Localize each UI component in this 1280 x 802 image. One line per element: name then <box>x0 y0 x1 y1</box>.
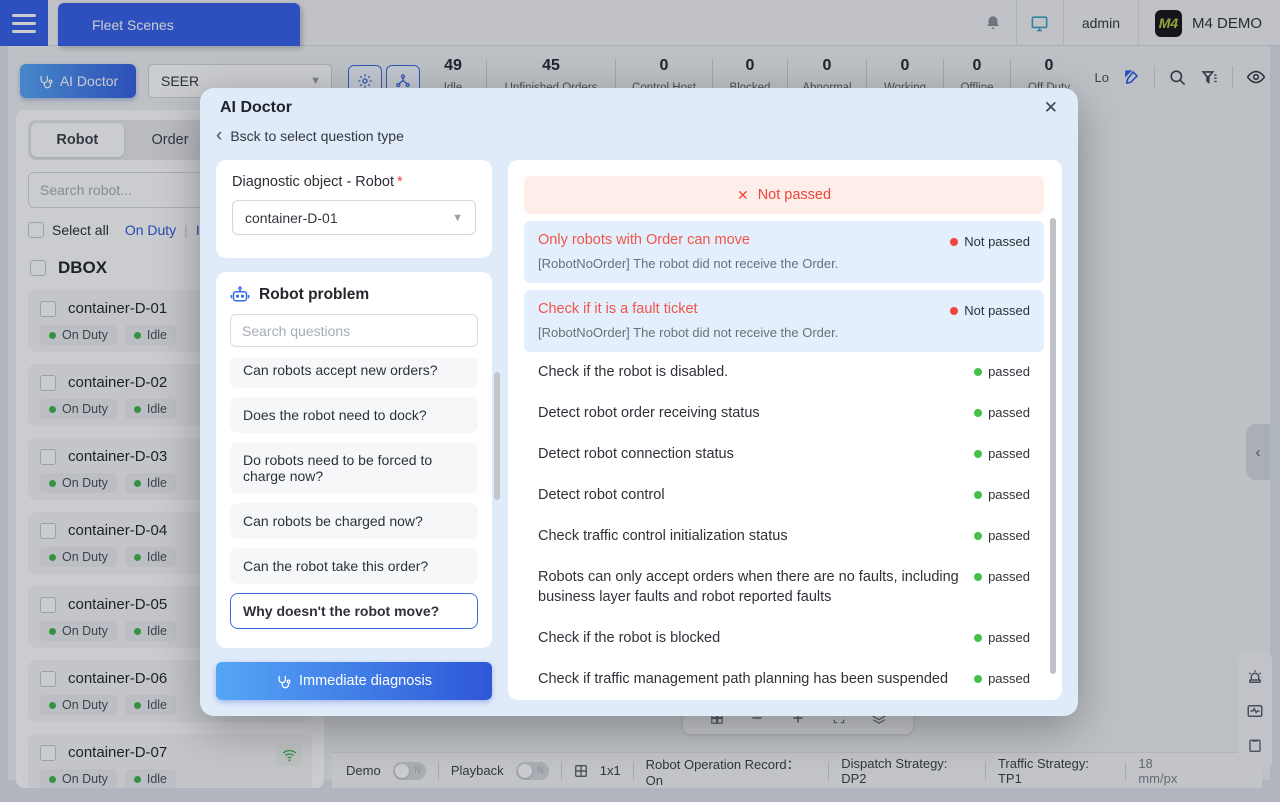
status-passed: passed <box>974 528 1030 543</box>
status-passed: passed <box>974 364 1030 379</box>
question-list: Can robots accept new orders? Does the r… <box>230 358 478 636</box>
result-item: Detect robot connection status passed <box>524 434 1044 475</box>
diagnostic-robot-select[interactable]: container-D-01 ▼ <box>232 200 476 235</box>
status-passed: passed <box>974 671 1030 686</box>
scrollbar-thumb[interactable] <box>1050 218 1056 674</box>
status-passed: passed <box>974 487 1030 502</box>
robot-problem-card: Robot problem Can robots accept new orde… <box>216 272 492 648</box>
required-mark: * <box>397 174 403 190</box>
back-link[interactable]: ‹ Bsck to select question type <box>216 128 404 144</box>
result-item: Robots can only accept orders when there… <box>524 557 1044 618</box>
status-not-passed: Not passed <box>950 303 1030 318</box>
question-item[interactable]: Can the robot take this order? <box>230 548 478 584</box>
question-item[interactable]: Do robots need to be forced to charge no… <box>230 442 478 494</box>
question-item-selected[interactable]: Why doesn't the robot move? <box>230 593 478 629</box>
result-item: Check if the robot is blocked passed <box>524 618 1044 659</box>
result-item: Detect robot order receiving status pass… <box>524 393 1044 434</box>
result-item: Check traffic control initialization sta… <box>524 516 1044 557</box>
status-passed: passed <box>974 405 1030 420</box>
immediate-diagnosis-button[interactable]: Immediate diagnosis <box>216 662 492 700</box>
app-root: Fleet Scenes admin M4 M4 DEMO AI Doctor <box>0 0 1280 802</box>
diagnosis-results-card: ✕ Not passed Only robots with Order can … <box>508 160 1062 700</box>
question-item[interactable]: Does the robot need to dock? <box>230 397 478 433</box>
question-item[interactable]: Can robots accept new orders? <box>230 358 478 388</box>
stethoscope-icon <box>276 674 291 689</box>
x-mark-icon: ✕ <box>737 187 749 204</box>
robot-icon <box>230 286 250 304</box>
diagnostic-object-card: Diagnostic object - Robot* container-D-0… <box>216 160 492 258</box>
ai-doctor-modal: AI Doctor ✕ ‹ Bsck to select question ty… <box>200 88 1078 716</box>
robot-problem-title: Robot problem <box>259 286 369 304</box>
result-item-failed: Only robots with Order can move Not pass… <box>524 221 1044 283</box>
chevron-down-icon: ▼ <box>452 212 463 224</box>
status-passed: passed <box>974 446 1030 461</box>
question-item[interactable]: Can robots be charged now? <box>230 503 478 539</box>
search-questions-input[interactable] <box>230 314 478 347</box>
status-not-passed: Not passed <box>950 234 1030 249</box>
result-item: Detect robot control passed <box>524 475 1044 516</box>
scrollbar-thumb[interactable] <box>494 372 500 500</box>
diagnostic-label: Diagnostic object - Robot <box>232 174 394 190</box>
status-passed: passed <box>974 630 1030 645</box>
result-item: Check if the robot is disabled. passed <box>524 352 1044 393</box>
result-item-failed: Check if it is a fault ticket Not passed… <box>524 290 1044 352</box>
modal-title: AI Doctor <box>220 99 292 117</box>
result-list: Only robots with Order can move Not pass… <box>524 221 1044 700</box>
status-passed: passed <box>974 569 1030 584</box>
chevron-left-icon: ‹ <box>216 129 222 143</box>
result-item: Check if traffic management path plannin… <box>524 659 1044 700</box>
result-banner: ✕ Not passed <box>524 176 1044 214</box>
close-icon[interactable]: ✕ <box>1044 98 1058 118</box>
